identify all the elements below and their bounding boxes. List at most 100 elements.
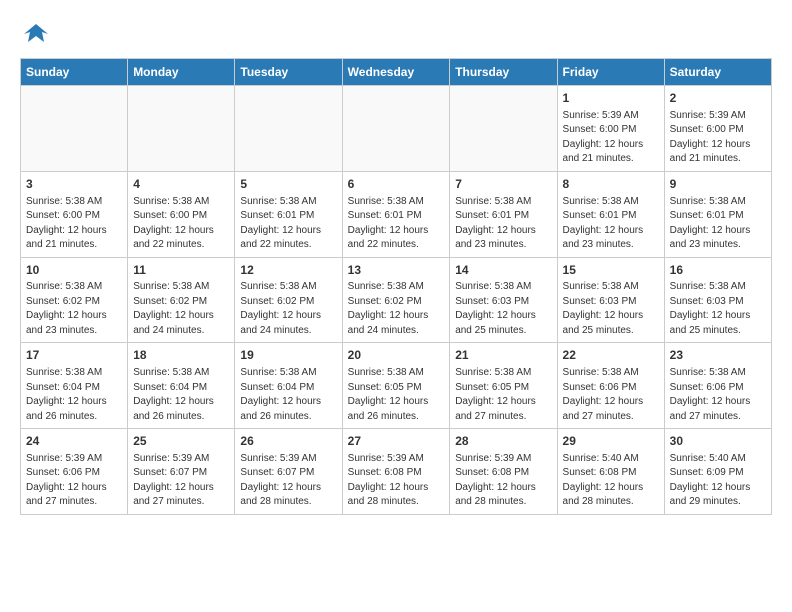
day-info: Sunrise: 5:38 AM Sunset: 6:03 PM Dayligh… — [455, 280, 551, 338]
weekday-header-thursday: Thursday — [450, 59, 557, 86]
day-info: Sunrise: 5:39 AM Sunset: 6:06 PM Dayligh… — [26, 452, 122, 510]
calendar-day-cell: 30 Sunrise: 5:40 AM Sunset: 6:09 PM Dayli… — [664, 429, 771, 515]
calendar-day-cell: 10Sunrise: 5:38 AM Sunset: 6:02 PM Dayli… — [21, 257, 128, 343]
calendar-day-cell: 16Sunrise: 5:38 AM Sunset: 6:03 PM Dayli… — [664, 257, 771, 343]
day-number: 15 — [563, 262, 659, 279]
weekday-header-wednesday: Wednesday — [342, 59, 450, 86]
day-number: 5 — [240, 176, 336, 193]
calendar-day-cell: 27Sunrise: 5:39 AM Sunset: 6:08 PM Dayli… — [342, 429, 450, 515]
day-info: Sunrise: 5:38 AM Sunset: 6:03 PM Dayligh… — [563, 280, 659, 338]
calendar-day-cell: 15Sunrise: 5:38 AM Sunset: 6:03 PM Dayli… — [557, 257, 664, 343]
day-info: Sunrise: 5:39 AM Sunset: 6:00 PM Dayligh… — [563, 109, 659, 167]
calendar-week-row: 1 Sunrise: 5:39 AM Sunset: 6:00 PM Daylig… — [21, 86, 772, 172]
day-number: 14 — [455, 262, 551, 279]
calendar-day-cell — [128, 86, 235, 172]
calendar-day-cell: 11Sunrise: 5:38 AM Sunset: 6:02 PM Dayli… — [128, 257, 235, 343]
day-number: 23 — [670, 347, 766, 364]
logo-text — [20, 20, 50, 48]
calendar-day-cell — [235, 86, 342, 172]
day-info: Sunrise: 5:39 AM Sunset: 6:07 PM Dayligh… — [240, 452, 336, 510]
day-info: Sunrise: 5:38 AM Sunset: 6:01 PM Dayligh… — [240, 195, 336, 253]
day-info: Sunrise: 5:38 AM Sunset: 6:00 PM Dayligh… — [133, 195, 229, 253]
calendar-day-cell: 21Sunrise: 5:38 AM Sunset: 6:05 PM Dayli… — [450, 343, 557, 429]
page-header — [20, 16, 772, 48]
calendar-table: SundayMondayTuesdayWednesdayThursdayFrid… — [20, 58, 772, 515]
calendar-day-cell: 5 Sunrise: 5:38 AM Sunset: 6:01 PM Daylig… — [235, 171, 342, 257]
day-info: Sunrise: 5:38 AM Sunset: 6:02 PM Dayligh… — [26, 280, 122, 338]
day-number: 11 — [133, 262, 229, 279]
day-number: 18 — [133, 347, 229, 364]
day-info: Sunrise: 5:38 AM Sunset: 6:05 PM Dayligh… — [348, 366, 445, 424]
day-info: Sunrise: 5:38 AM Sunset: 6:01 PM Dayligh… — [348, 195, 445, 253]
calendar-week-row: 10Sunrise: 5:38 AM Sunset: 6:02 PM Dayli… — [21, 257, 772, 343]
weekday-header-monday: Monday — [128, 59, 235, 86]
day-number: 20 — [348, 347, 445, 364]
day-number: 25 — [133, 433, 229, 450]
calendar-day-cell: 22Sunrise: 5:38 AM Sunset: 6:06 PM Dayli… — [557, 343, 664, 429]
day-info: Sunrise: 5:38 AM Sunset: 6:01 PM Dayligh… — [563, 195, 659, 253]
day-number: 9 — [670, 176, 766, 193]
weekday-header-friday: Friday — [557, 59, 664, 86]
calendar-day-cell: 17Sunrise: 5:38 AM Sunset: 6:04 PM Dayli… — [21, 343, 128, 429]
day-number: 17 — [26, 347, 122, 364]
day-info: Sunrise: 5:38 AM Sunset: 6:01 PM Dayligh… — [455, 195, 551, 253]
calendar-day-cell — [450, 86, 557, 172]
day-number: 30 — [670, 433, 766, 450]
day-info: Sunrise: 5:38 AM Sunset: 6:03 PM Dayligh… — [670, 280, 766, 338]
calendar-day-cell: 23Sunrise: 5:38 AM Sunset: 6:06 PM Dayli… — [664, 343, 771, 429]
day-info: Sunrise: 5:38 AM Sunset: 6:02 PM Dayligh… — [133, 280, 229, 338]
calendar-day-cell: 3Sunrise: 5:38 AM Sunset: 6:00 PM Daylig… — [21, 171, 128, 257]
day-number: 6 — [348, 176, 445, 193]
calendar-day-cell: 24 Sunrise: 5:39 AM Sunset: 6:06 PM Dayli… — [21, 429, 128, 515]
weekday-header-sunday: Sunday — [21, 59, 128, 86]
day-info: Sunrise: 5:39 AM Sunset: 6:08 PM Dayligh… — [455, 452, 551, 510]
day-info: Sunrise: 5:38 AM Sunset: 6:06 PM Dayligh… — [563, 366, 659, 424]
calendar-day-cell: 19 Sunrise: 5:38 AM Sunset: 6:04 PM Dayli… — [235, 343, 342, 429]
calendar-header-row: SundayMondayTuesdayWednesdayThursdayFrid… — [21, 59, 772, 86]
calendar-day-cell — [21, 86, 128, 172]
day-info: Sunrise: 5:40 AM Sunset: 6:09 PM Dayligh… — [670, 452, 766, 510]
day-number: 2 — [670, 90, 766, 107]
day-info: Sunrise: 5:38 AM Sunset: 6:00 PM Dayligh… — [26, 195, 122, 253]
day-number: 29 — [563, 433, 659, 450]
day-number: 10 — [26, 262, 122, 279]
day-number: 28 — [455, 433, 551, 450]
calendar-day-cell: 9 Sunrise: 5:38 AM Sunset: 6:01 PM Daylig… — [664, 171, 771, 257]
day-info: Sunrise: 5:39 AM Sunset: 6:00 PM Dayligh… — [670, 109, 766, 167]
calendar-day-cell: 29 Sunrise: 5:40 AM Sunset: 6:08 PM Dayli… — [557, 429, 664, 515]
logo-bird-icon — [22, 20, 50, 48]
day-number: 12 — [240, 262, 336, 279]
calendar-day-cell: 2 Sunrise: 5:39 AM Sunset: 6:00 PM Daylig… — [664, 86, 771, 172]
calendar-day-cell: 25 Sunrise: 5:39 AM Sunset: 6:07 PM Dayli… — [128, 429, 235, 515]
day-info: Sunrise: 5:38 AM Sunset: 6:01 PM Dayligh… — [670, 195, 766, 253]
day-number: 4 — [133, 176, 229, 193]
day-info: Sunrise: 5:38 AM Sunset: 6:05 PM Dayligh… — [455, 366, 551, 424]
day-number: 19 — [240, 347, 336, 364]
calendar-day-cell: 1 Sunrise: 5:39 AM Sunset: 6:00 PM Daylig… — [557, 86, 664, 172]
calendar-day-cell: 20 Sunrise: 5:38 AM Sunset: 6:05 PM Dayli… — [342, 343, 450, 429]
day-number: 24 — [26, 433, 122, 450]
calendar-day-cell: 26Sunrise: 5:39 AM Sunset: 6:07 PM Dayli… — [235, 429, 342, 515]
calendar-day-cell: 4 Sunrise: 5:38 AM Sunset: 6:00 PM Daylig… — [128, 171, 235, 257]
day-number: 13 — [348, 262, 445, 279]
calendar-day-cell: 18Sunrise: 5:38 AM Sunset: 6:04 PM Dayli… — [128, 343, 235, 429]
calendar-day-cell: 28 Sunrise: 5:39 AM Sunset: 6:08 PM Dayli… — [450, 429, 557, 515]
day-info: Sunrise: 5:40 AM Sunset: 6:08 PM Dayligh… — [563, 452, 659, 510]
day-info: Sunrise: 5:39 AM Sunset: 6:08 PM Dayligh… — [348, 452, 445, 510]
day-info: Sunrise: 5:38 AM Sunset: 6:02 PM Dayligh… — [240, 280, 336, 338]
calendar-day-cell: 12Sunrise: 5:38 AM Sunset: 6:02 PM Dayli… — [235, 257, 342, 343]
calendar-day-cell — [342, 86, 450, 172]
weekday-header-saturday: Saturday — [664, 59, 771, 86]
weekday-header-tuesday: Tuesday — [235, 59, 342, 86]
calendar-week-row: 24 Sunrise: 5:39 AM Sunset: 6:06 PM Dayli… — [21, 429, 772, 515]
day-info: Sunrise: 5:38 AM Sunset: 6:04 PM Dayligh… — [240, 366, 336, 424]
day-number: 1 — [563, 90, 659, 107]
calendar-day-cell: 13Sunrise: 5:38 AM Sunset: 6:02 PM Dayli… — [342, 257, 450, 343]
day-number: 16 — [670, 262, 766, 279]
day-info: Sunrise: 5:38 AM Sunset: 6:02 PM Dayligh… — [348, 280, 445, 338]
calendar-day-cell: 8Sunrise: 5:38 AM Sunset: 6:01 PM Daylig… — [557, 171, 664, 257]
calendar-day-cell: 6 Sunrise: 5:38 AM Sunset: 6:01 PM Daylig… — [342, 171, 450, 257]
logo — [20, 20, 50, 48]
day-number: 7 — [455, 176, 551, 193]
day-info: Sunrise: 5:39 AM Sunset: 6:07 PM Dayligh… — [133, 452, 229, 510]
